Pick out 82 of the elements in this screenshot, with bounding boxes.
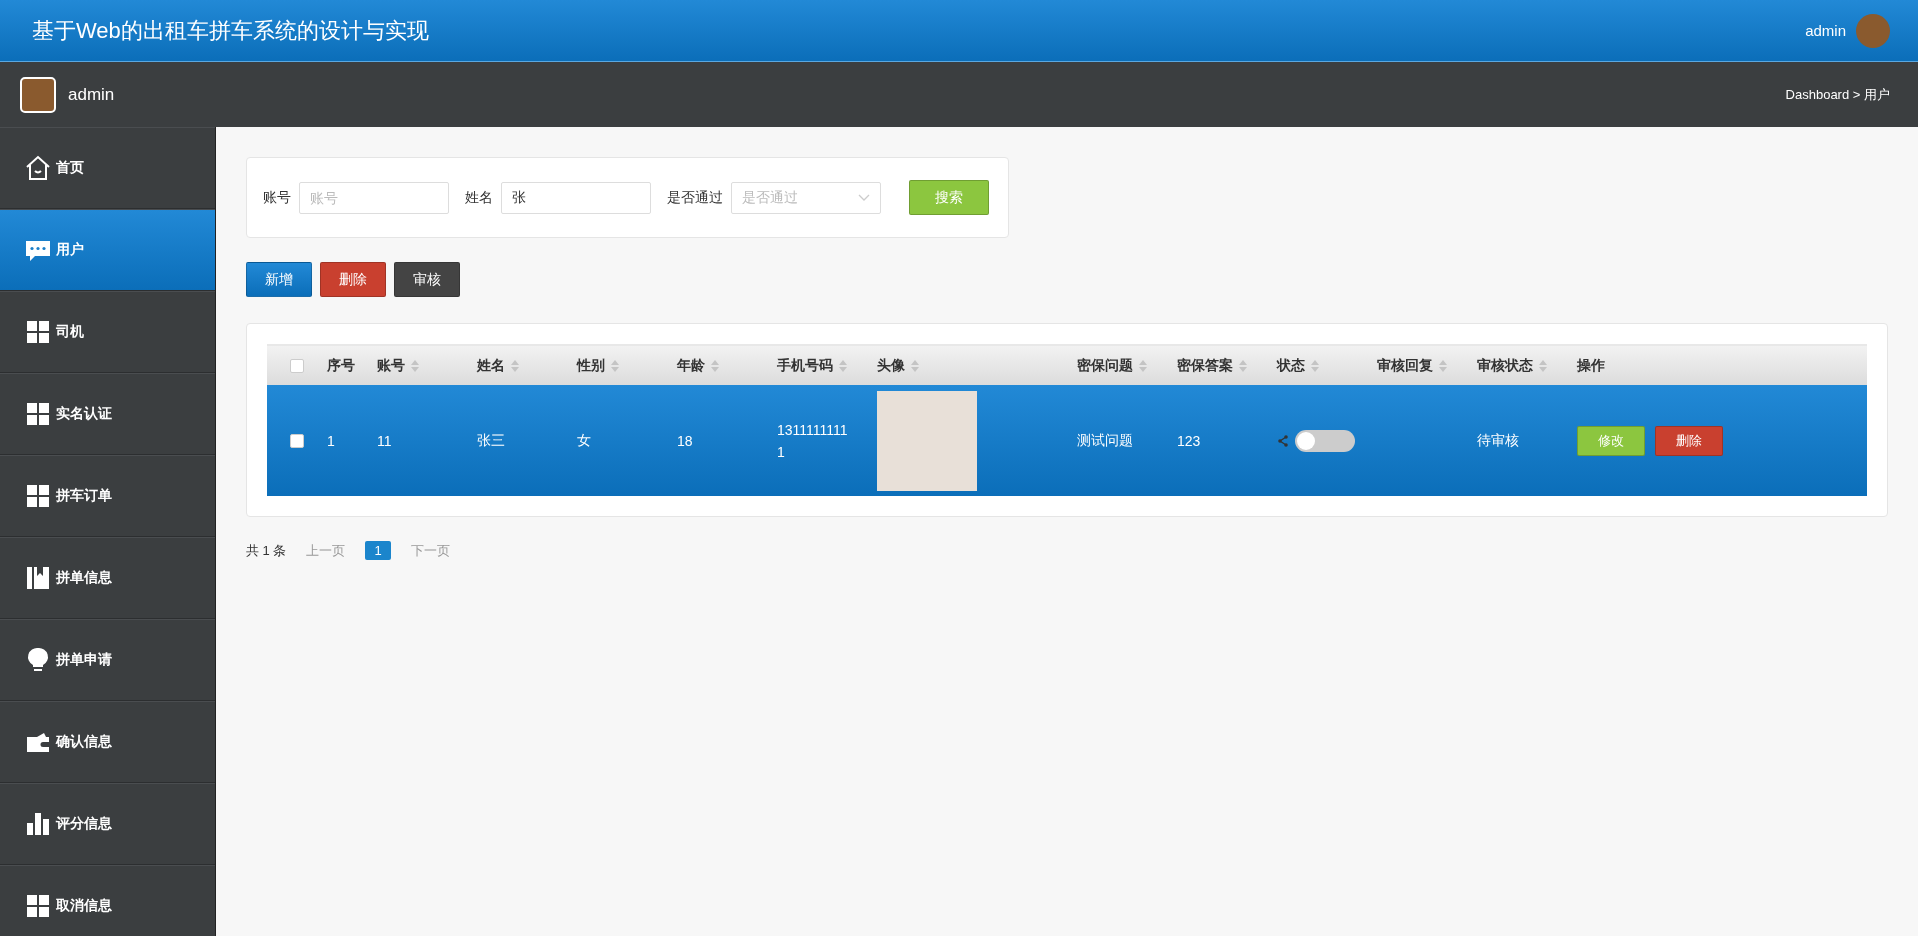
sidebar-item[interactable]: 用户 [0, 209, 215, 291]
avatar[interactable] [1856, 13, 1890, 48]
table-cell: 张三 [477, 431, 505, 450]
field-label: 是否通过 [667, 188, 723, 207]
chevron-down-icon[interactable] [858, 193, 870, 202]
avatar [20, 76, 56, 113]
table-cell: 1 [327, 432, 335, 449]
user-name: admin [68, 84, 115, 105]
column-header[interactable]: 账号 [377, 356, 405, 375]
table-cell: 18 [677, 432, 693, 449]
grid-icon [24, 400, 52, 428]
row-action-button[interactable]: 删除 [1655, 425, 1723, 456]
table-row[interactable]: 1 11 张三 女 18 13111111111 测试问题 123 待审核 修改 删除 [267, 385, 1867, 496]
table-cell: 测试问题 [1077, 431, 1133, 450]
sidebar-item-label[interactable]: 拼单信息 [56, 569, 112, 587]
sidebar-item-label[interactable]: 确认信息 [56, 733, 112, 751]
sort-icon[interactable] [1239, 359, 1247, 372]
sidebar-item-label[interactable]: 首页 [56, 159, 84, 177]
sidebar-item[interactable]: 拼车订单 [0, 455, 215, 537]
sort-icon[interactable] [1539, 359, 1547, 372]
sidebar-item-label[interactable]: 取消信息 [56, 897, 112, 915]
select-all-checkbox[interactable] [290, 358, 304, 373]
column-header[interactable]: 头像 [877, 356, 905, 375]
sidebar-item-label[interactable]: 司机 [56, 323, 84, 341]
sort-icon[interactable] [1439, 359, 1447, 372]
share-icon [1277, 434, 1289, 447]
action-button[interactable]: 新增 [246, 262, 312, 297]
sort-icon[interactable] [911, 359, 919, 372]
app-title: 基于Web的出租车拼车系统的设计与实现 [32, 16, 429, 45]
column-header[interactable]: 审核回复 [1377, 356, 1433, 375]
sort-icon[interactable] [611, 359, 619, 372]
action-button[interactable]: 删除 [320, 262, 386, 297]
sidebar-item-label[interactable]: 拼车订单 [56, 487, 112, 505]
sidebar-item[interactable]: 司机 [0, 291, 215, 373]
column-header[interactable]: 审核状态 [1477, 356, 1533, 375]
column-header[interactable]: 序号 [327, 356, 355, 375]
book-icon [24, 564, 52, 592]
column-header[interactable]: 操作 [1577, 356, 1605, 375]
sort-icon[interactable] [1139, 359, 1147, 372]
input-field[interactable]: 账号 [299, 181, 449, 214]
page-number[interactable]: 1 [365, 541, 391, 560]
row-checkbox[interactable] [290, 433, 304, 448]
column-header[interactable]: 性别 [577, 356, 605, 375]
table-cell-text: 13111111111 [777, 420, 849, 462]
user-name[interactable]: admin [1805, 22, 1846, 39]
sidebar-item-label[interactable]: 评分信息 [56, 815, 112, 833]
column-header[interactable]: 姓名 [477, 356, 505, 375]
sidebar-item-label[interactable]: 拼单申请 [56, 651, 112, 669]
table-cell: 女 [577, 431, 591, 450]
sort-icon[interactable] [1311, 359, 1319, 372]
sort-icon[interactable] [711, 359, 719, 372]
column-header[interactable]: 状态 [1277, 356, 1305, 375]
sidebar-item[interactable]: 确认信息 [0, 701, 215, 783]
sort-icon[interactable] [511, 359, 519, 372]
action-button[interactable]: 审核 [394, 262, 460, 297]
sort-icon[interactable] [411, 359, 419, 372]
table-cell: 123 [1177, 432, 1201, 449]
sidebar-item-label[interactable]: 实名认证 [56, 405, 112, 423]
sidebar-item[interactable]: 实名认证 [0, 373, 215, 455]
table-cell: 11 [377, 432, 392, 449]
field-label: 姓名 [465, 188, 493, 207]
bar-chart-icon [24, 810, 52, 838]
sidebar-item-label[interactable]: 用户 [56, 241, 84, 259]
grid-icon [24, 482, 52, 510]
grid-icon [24, 318, 52, 346]
column-header[interactable]: 密保答案 [1177, 356, 1233, 375]
sidebar-item[interactable]: 取消信息 [0, 865, 215, 936]
grid-icon [24, 892, 52, 920]
breadcrumb: Dashboard > 用户 [1785, 85, 1890, 104]
total-count: 共 1 条 [246, 541, 287, 560]
column-header[interactable]: 手机号码 [777, 356, 833, 375]
input-field[interactable]: 张 [501, 181, 651, 214]
column-header[interactable]: 密保问题 [1077, 356, 1133, 375]
field-label: 账号 [263, 188, 291, 207]
toggle-switch[interactable] [1295, 429, 1355, 452]
table-cell: 待审核 [1477, 431, 1519, 450]
sort-icon[interactable] [839, 359, 847, 372]
sidebar-item[interactable]: 评分信息 [0, 783, 215, 865]
sidebar-item[interactable]: 拼单信息 [0, 537, 215, 619]
home-icon [24, 154, 52, 182]
column-header[interactable]: 年龄 [677, 356, 705, 375]
sidebar-item[interactable]: 拼单申请 [0, 619, 215, 701]
